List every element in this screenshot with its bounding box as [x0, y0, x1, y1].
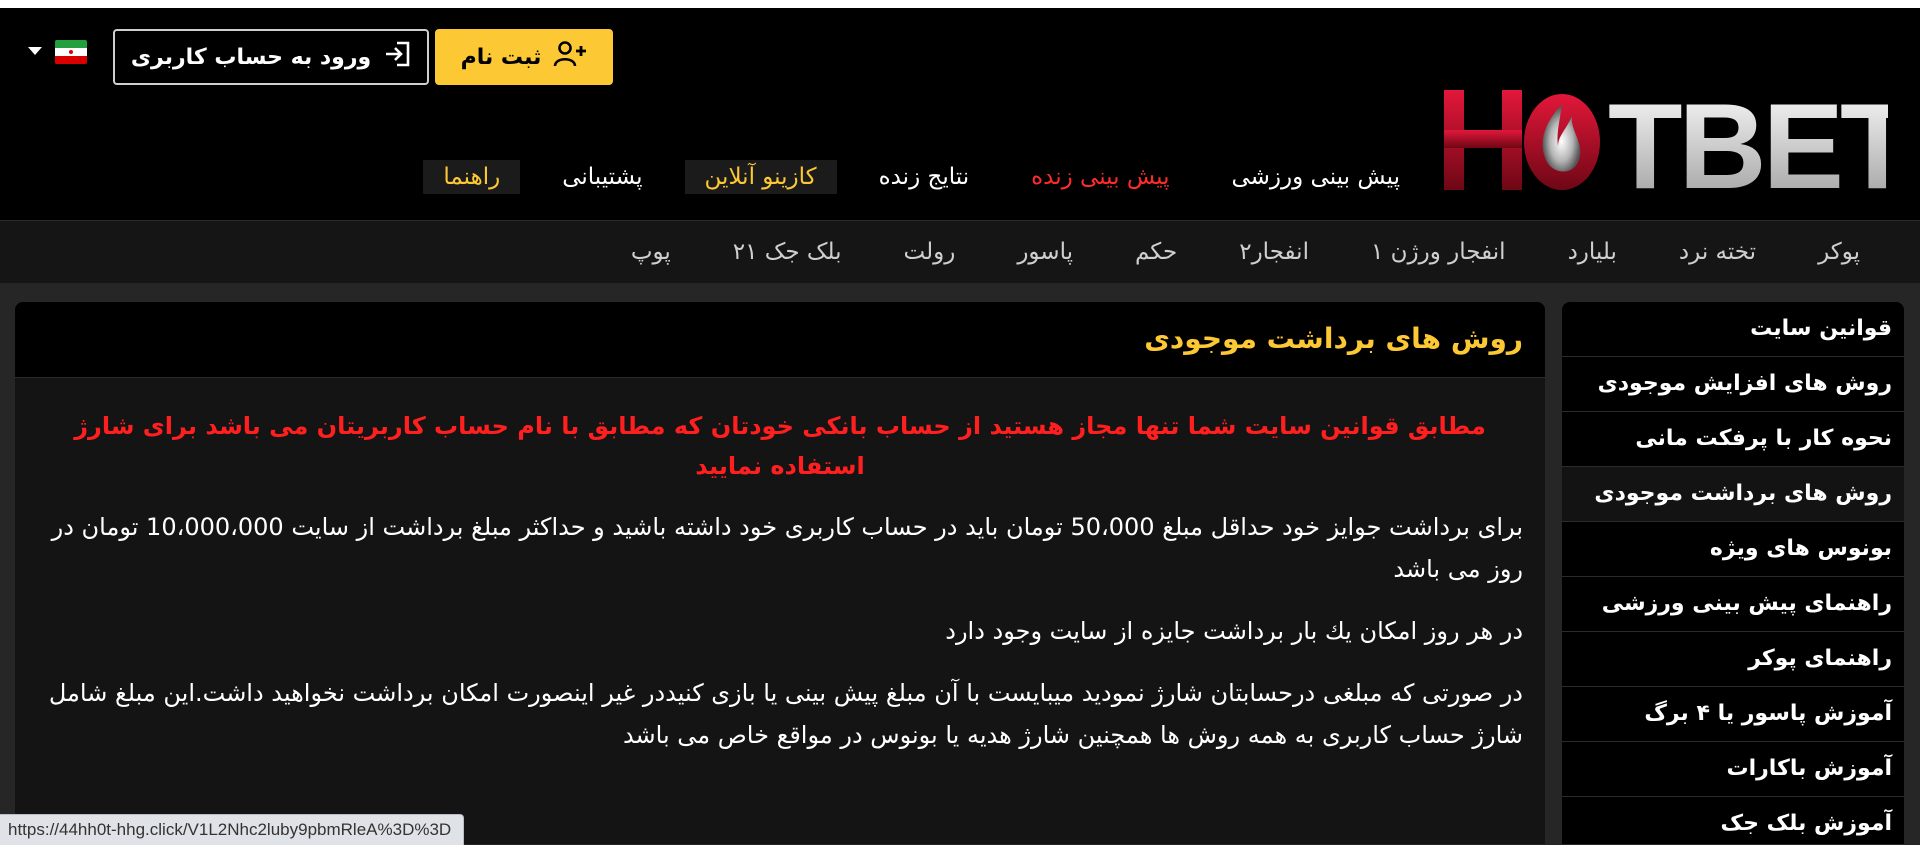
sidebar-item-poker-guide[interactable]: راهنمای پوکر [1562, 632, 1904, 687]
browser-top-edge [0, 0, 1920, 8]
paragraph-withdrawal-limits: برای برداشت جوایز خود حداقل مبلغ 50،000 … [51, 513, 1523, 583]
caret-down-icon[interactable] [28, 47, 42, 55]
iran-flag-icon[interactable] [55, 40, 87, 64]
subnav-item-poker[interactable]: پوکر [1818, 239, 1860, 265]
sidebar-item-perfect-money[interactable]: نحوه کار با پرفکت مانی [1562, 412, 1904, 467]
help-sidebar: قوانین سایت روش های افزایش موجودی نحوه ک… [1562, 302, 1904, 844]
add-user-icon [553, 41, 587, 73]
nav-live-results[interactable]: نتایج زنده [859, 160, 990, 194]
sidebar-item-site-rules[interactable]: قوانین سایت [1562, 302, 1904, 357]
register-button[interactable]: ثبت نام [435, 29, 613, 85]
content-panel: روش های برداشت موجودی مطابق قوانین سایت … [15, 302, 1545, 844]
login-label: ورود به حساب کاربری [130, 44, 372, 70]
subnav-item-crash-v1[interactable]: انفجار ورژن ۱ [1371, 239, 1506, 265]
link-status-bar: https://44hh0t-hhg.click/V1L2Nhc2luby9pb… [0, 814, 465, 845]
sidebar-item-baccarat-guide[interactable]: آموزش باکارات [1562, 742, 1904, 797]
page-title: روش های برداشت موجودی [1144, 322, 1523, 355]
nav-online-casino[interactable]: کازینو آنلاین [684, 160, 837, 194]
sign-in-icon [383, 40, 411, 74]
sidebar-item-sports-guide[interactable]: راهنمای پیش بینی ورزشی [1562, 577, 1904, 632]
nav-support[interactable]: پشتیبانی [542, 160, 662, 194]
sidebar-item-special-bonuses[interactable]: بونوس های ویژه [1562, 522, 1904, 577]
subnav-item-backgammon[interactable]: تخته نرد [1679, 239, 1756, 265]
content-body: مطابق قوانین سایت شما تنها مجاز هستید از… [15, 378, 1545, 756]
nav-guide[interactable]: راهنما [423, 160, 521, 194]
login-button[interactable]: ورود به حساب کاربری [113, 29, 429, 85]
warning-text: مطابق قوانین سایت شما تنها مجاز هستید از… [74, 412, 1486, 480]
content-header: روش های برداشت موجودی [15, 302, 1545, 378]
paragraph-charge-rule: در صورتی که مبلغی درحسابتان شارژ نمودید … [48, 679, 1523, 749]
subnav-item-hokm[interactable]: حکم [1135, 239, 1177, 265]
hotbet-logo[interactable]: TBET [1440, 80, 1888, 198]
subnav-item-blackjack[interactable]: بلک جک ۲۱ [733, 239, 842, 265]
sidebar-item-withdrawal-methods[interactable]: روش های برداشت موجودی [1562, 467, 1904, 522]
nav-sports-betting[interactable]: پیش بینی ورزشی [1211, 160, 1420, 194]
subnav-item-crash-2[interactable]: انفجار۲ [1239, 239, 1309, 265]
subnav-item-pasur[interactable]: پاسور [1017, 239, 1073, 265]
nav-live-betting[interactable]: پیش بینی زنده [1011, 160, 1189, 194]
sidebar-item-pasur-guide[interactable]: آموزش پاسور یا ۴ برگ [1562, 687, 1904, 742]
sidebar-item-deposit-methods[interactable]: روش های افزایش موجودی [1562, 357, 1904, 412]
subnav-item-roulette[interactable]: رولت [904, 239, 956, 265]
main-navigation: پیش بینی ورزشی پیش بینی زنده نتایج زنده … [423, 160, 1420, 194]
subnav-item-pop[interactable]: پوپ [631, 239, 671, 265]
sidebar-item-blackjack-guide[interactable]: آموزش بلک جک [1562, 797, 1904, 844]
subnav-item-billiards[interactable]: بلیارد [1568, 239, 1617, 265]
games-navigation: پوکر تخته نرد بلیارد انفجار ورژن ۱ انفجا… [0, 220, 1920, 283]
svg-text:TBET: TBET [1608, 80, 1888, 198]
register-label: ثبت نام [460, 44, 542, 70]
paragraph-daily-withdrawal: در هر روز امکان یك بار برداشت جایزه از س… [945, 617, 1523, 645]
